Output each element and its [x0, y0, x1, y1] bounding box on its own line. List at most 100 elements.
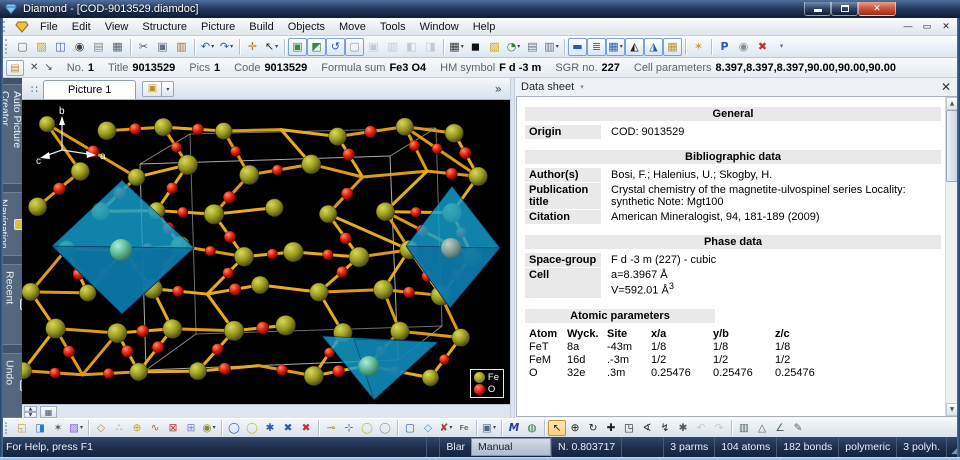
undo-button[interactable]: ↶▾ — [198, 38, 217, 56]
layout-horizontal-button[interactable]: ▬ — [568, 38, 587, 56]
redo-button[interactable]: ↷▾ — [217, 38, 236, 56]
coordination-yellow-button[interactable]: ◯ — [243, 420, 261, 436]
measure-m-button[interactable]: M — [505, 420, 523, 436]
layout-list-button[interactable]: ≣ — [587, 38, 606, 56]
data-table-button[interactable]: ▦ — [663, 38, 682, 56]
blank-picture-button[interactable]: ▢ — [345, 38, 364, 56]
menu-build[interactable]: Build — [242, 19, 280, 35]
dihedral-measure-button[interactable]: ∠ — [771, 420, 789, 436]
unit-cell-button[interactable]: ▢ — [401, 420, 419, 436]
mdi-restore-button[interactable]: ▭ — [919, 20, 935, 33]
polyhedra-button[interactable]: ◇ — [92, 420, 110, 436]
data-sheet-scrollbar[interactable]: ▲ ▼ — [945, 97, 958, 416]
bond-picker-button[interactable]: Fe — [455, 420, 473, 436]
select-pointer-button[interactable]: ↖▾ — [262, 38, 281, 56]
snapshot-button[interactable]: ◉ — [734, 38, 753, 56]
scroll-track[interactable] — [946, 110, 958, 403]
zoom-mode-button[interactable]: ⊕ — [566, 420, 584, 436]
print-button[interactable]: ▦ — [108, 38, 127, 56]
toolbar-options-button[interactable]: ▾ — [772, 38, 791, 56]
distance-histogram-button[interactable]: ◭ — [625, 38, 644, 56]
world-view-button[interactable]: ◍ — [523, 420, 541, 436]
goto-structure-icon[interactable]: ↘ — [44, 62, 52, 73]
table-mode-button[interactable]: ▦▾ — [447, 38, 466, 56]
picture-revert-button[interactable]: ↺ — [326, 38, 345, 56]
ring-gray-button[interactable]: ◯ — [376, 420, 394, 436]
structure-list-button[interactable]: ▤ — [6, 60, 24, 76]
close-button[interactable]: ✕ — [858, 2, 896, 16]
tab-overflow-button[interactable]: » — [491, 82, 506, 99]
new-document-button[interactable]: ▢ — [13, 38, 32, 56]
atom-group-button[interactable]: ∴ — [110, 420, 128, 436]
picture-menu-button[interactable]: ▨▾ — [67, 420, 85, 436]
tile-pictures-icon[interactable]: ∷ — [26, 83, 43, 99]
picture-tools-button[interactable]: ✶ — [49, 420, 67, 436]
table-view-button[interactable]: ▦▾ — [606, 38, 625, 56]
angle-measure-button[interactable]: △ — [753, 420, 771, 436]
picture-settings-button[interactable]: ◩ — [307, 38, 326, 56]
find-button[interactable]: ◉ — [70, 38, 89, 56]
distance-measure-button[interactable]: ▥ — [735, 420, 753, 436]
menu-move[interactable]: Move — [332, 19, 373, 35]
lattice-plane-button[interactable]: ◇ — [419, 420, 437, 436]
report-button[interactable]: ▤ — [523, 38, 542, 56]
picture-wizard-button[interactable]: ✶ — [689, 38, 708, 56]
tools-red-button[interactable]: ✖ — [753, 38, 772, 56]
remove-structure-icon[interactable]: ✕ — [30, 62, 38, 73]
forward-report-button[interactable]: ▥▾ — [542, 38, 561, 56]
powder-chart-button[interactable]: ◮ — [644, 38, 663, 56]
maximize-button[interactable] — [831, 2, 858, 16]
fill-cell-button[interactable]: ⊠ — [164, 420, 182, 436]
cut-button[interactable]: ✂ — [134, 38, 153, 56]
ring-search-button[interactable]: ◯ — [358, 420, 376, 436]
torsion-mode-button[interactable]: ↯ — [656, 420, 674, 436]
network-blue-button[interactable]: ✖ — [279, 420, 297, 436]
zoom-region-button[interactable]: ◳ — [620, 420, 638, 436]
create-bonds-button[interactable]: ⊸ — [322, 420, 340, 436]
menu-tools[interactable]: Tools — [373, 19, 413, 35]
pan-button[interactable]: ✛ — [243, 38, 262, 56]
save-button[interactable]: ◫ — [51, 38, 70, 56]
menu-file[interactable]: File — [33, 19, 65, 35]
menu-picture[interactable]: Picture — [194, 19, 242, 35]
menu-view[interactable]: View — [98, 19, 136, 35]
edit-bonds-button[interactable]: ⊹ — [340, 420, 358, 436]
paste-button[interactable]: ▥ — [172, 38, 191, 56]
network-red-button[interactable]: ✖ — [297, 420, 315, 436]
structure-canvas[interactable]: bac FeO — [22, 100, 510, 404]
menu-objects[interactable]: Objects — [281, 19, 332, 35]
menu-edit[interactable]: Edit — [65, 19, 98, 35]
menu-window[interactable]: Window — [413, 19, 466, 35]
select-mode-button[interactable]: ↖ — [548, 420, 566, 436]
new-picture-dropdown[interactable]: ▾ — [162, 81, 174, 97]
add-atom-button[interactable]: ⊕ — [128, 420, 146, 436]
panel-menu-icon[interactable]: ▾ — [580, 83, 584, 91]
photo-mode-button[interactable]: ▣▾ — [480, 420, 498, 436]
new-folder-button[interactable]: ▨ — [485, 38, 504, 56]
mdi-minimize-button[interactable]: — — [900, 20, 916, 33]
status-mode-field[interactable]: Manual — [471, 438, 551, 456]
cluster-button[interactable]: ✱ — [261, 420, 279, 436]
menu-structure[interactable]: Structure — [135, 19, 194, 35]
history-button[interactable]: ◔▾ — [504, 38, 523, 56]
mdi-close-button[interactable]: ✕ — [938, 20, 954, 33]
move-mode-button[interactable]: ✚ — [602, 420, 620, 436]
picture-grid-button[interactable]: ▦ — [40, 406, 57, 418]
print-preview-button[interactable]: ▤ — [89, 38, 108, 56]
menu-help[interactable]: Help — [466, 19, 503, 35]
scroll-down-icon[interactable]: ▼ — [946, 403, 958, 416]
free-measure-button[interactable]: ✎ — [789, 420, 807, 436]
connect-atoms-button[interactable]: ∿ — [146, 420, 164, 436]
insert-object-button[interactable]: ◱ — [13, 420, 31, 436]
tab-picture-1[interactable]: Picture 1 — [43, 80, 136, 99]
angle-view-button[interactable]: ∢ — [638, 420, 656, 436]
filter-atoms-button[interactable]: ◉▾ — [200, 420, 218, 436]
display-settings-button[interactable]: ◨ — [31, 420, 49, 436]
coordination-blue-button[interactable]: ◯ — [225, 420, 243, 436]
spin-mode-button[interactable]: ✱ — [674, 420, 692, 436]
open-folder-button[interactable]: ▨ — [32, 38, 51, 56]
scroll-thumb[interactable] — [946, 110, 958, 182]
scroll-up-icon[interactable]: ▲ — [946, 97, 958, 110]
destroy-button[interactable]: ✘▾ — [437, 420, 455, 436]
new-picture-button[interactable]: ▣ — [288, 38, 307, 56]
